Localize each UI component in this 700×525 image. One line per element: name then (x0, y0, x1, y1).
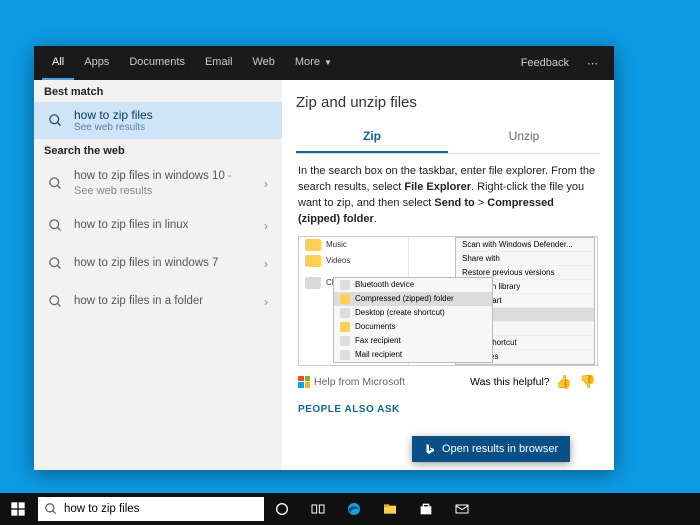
search-icon (44, 110, 66, 132)
best-match-title: how to zip files (74, 108, 153, 122)
search-filter-tabs: All Apps Documents Email Web More▼ Feedb… (34, 46, 614, 80)
tab-documents[interactable]: Documents (119, 46, 195, 80)
help-source[interactable]: Help from Microsoft (298, 376, 405, 388)
thumbs-up-icon[interactable]: 👍 (556, 374, 574, 390)
search-icon (44, 253, 66, 275)
tab-more[interactable]: More▼ (285, 46, 342, 80)
tab-apps[interactable]: Apps (74, 46, 119, 80)
chevron-down-icon: ▼ (324, 58, 332, 67)
taskbar-search-box[interactable] (38, 497, 264, 521)
store-button[interactable] (408, 493, 444, 525)
web-result[interactable]: how to zip files in windows 10 - See web… (34, 161, 282, 207)
search-results-body: Best match how to zip files See web resu… (34, 80, 614, 470)
task-view-button[interactable] (300, 493, 336, 525)
best-match-subtitle: See web results (74, 122, 153, 133)
thumbs-down-icon[interactable]: 👎 (580, 374, 598, 390)
was-helpful-label: Was this helpful? (470, 376, 550, 388)
cortana-button[interactable] (264, 493, 300, 525)
detail-tabs: Zip Unzip (296, 121, 600, 154)
chevron-right-icon[interactable]: › (260, 177, 272, 191)
tab-web[interactable]: Web (242, 46, 284, 80)
detail-title: Zip and unzip files (296, 94, 600, 111)
feedback-link[interactable]: Feedback (515, 57, 575, 69)
search-icon (44, 215, 66, 237)
tab-email[interactable]: Email (195, 46, 243, 80)
taskbar-search-input[interactable] (64, 503, 258, 515)
chevron-right-icon[interactable]: › (260, 295, 272, 309)
chevron-right-icon[interactable]: › (260, 219, 272, 233)
search-icon (44, 173, 66, 195)
taskbar (0, 493, 700, 525)
tab-zip[interactable]: Zip (296, 121, 448, 153)
start-button[interactable] (0, 493, 36, 525)
tab-all[interactable]: All (42, 46, 74, 80)
people-also-ask-header: PEOPLE ALSO ASK (298, 404, 598, 415)
edge-button[interactable] (336, 493, 372, 525)
instruction-screenshot: Music Videos CD Drive (D:) Scan with Win… (298, 236, 598, 366)
search-icon (44, 502, 58, 516)
context-submenu-sendto: Bluetooth device Compressed (zipped) fol… (333, 277, 493, 363)
windows-search-panel: All Apps Documents Email Web More▼ Feedb… (34, 46, 614, 470)
chevron-right-icon[interactable]: › (260, 257, 272, 271)
results-list: Best match how to zip files See web resu… (34, 80, 282, 470)
web-result[interactable]: how to zip files in windows 7 › (34, 245, 282, 283)
bing-icon (424, 443, 436, 455)
tab-unzip[interactable]: Unzip (448, 121, 600, 153)
result-detail-pane: Zip and unzip files Zip Unzip In the sea… (282, 80, 614, 470)
web-result[interactable]: how to zip files in linux › (34, 207, 282, 245)
microsoft-logo-icon (298, 376, 310, 388)
search-web-header: Search the web (34, 139, 282, 161)
open-results-in-browser-button[interactable]: Open results in browser (412, 436, 570, 462)
best-match-header: Best match (34, 80, 282, 102)
file-explorer-button[interactable] (372, 493, 408, 525)
mail-button[interactable] (444, 493, 480, 525)
detail-description: In the search box on the taskbar, enter … (298, 164, 598, 228)
more-options-icon[interactable]: ⋯ (581, 57, 606, 70)
web-result[interactable]: how to zip files in a folder › (34, 283, 282, 321)
best-match-result[interactable]: how to zip files See web results (34, 102, 282, 139)
search-icon (44, 291, 66, 313)
